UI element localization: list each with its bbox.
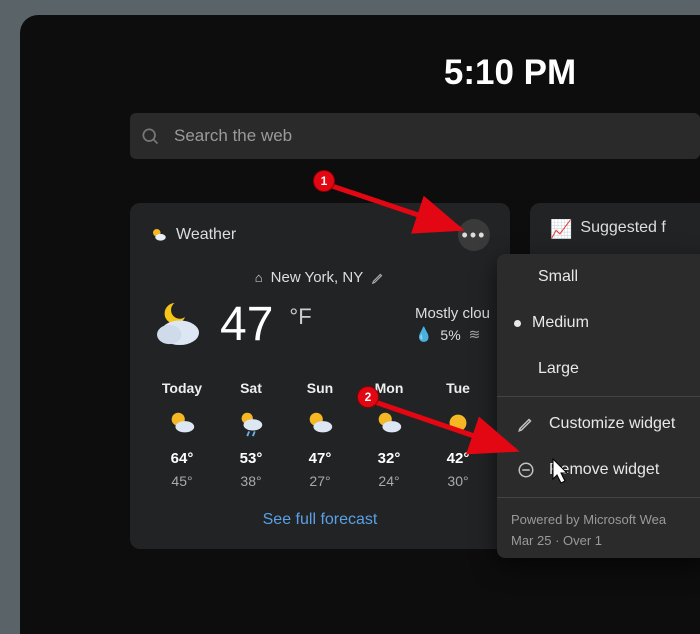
trend-up-icon: 📈 [550,219,572,240]
weather-widget: Weather ••• ⌂ New York, NY 47 [130,203,510,549]
widget-context-menu: Small Medium Large Customize widget Remo… [497,254,700,558]
precip-text: 5% [440,327,460,343]
suggested-title: Suggested f [580,219,665,237]
forecast-day[interactable]: Tue 42° 30° [426,380,490,489]
selected-bullet-icon [514,320,521,327]
condition-text: Mostly clou [415,305,490,322]
forecast-day[interactable]: Sat 53° 38° [219,380,283,489]
wind-icon: ≋ [469,326,481,343]
search-icon [140,126,160,146]
droplet-icon: 💧 [415,326,432,343]
temperature: 47 [220,297,273,352]
home-icon: ⌂ [255,270,263,285]
menu-remove-widget[interactable]: Remove widget [497,447,700,493]
temperature-unit: °F [289,304,311,330]
location-text: New York, NY [271,269,364,286]
clock: 5:10 PM [320,53,700,93]
menu-customize-widget[interactable]: Customize widget [497,401,700,447]
menu-size-medium[interactable]: Medium [497,300,700,346]
search-bar[interactable]: Search the web [130,113,700,159]
forecast-row: Today 64° 45° Sat 53° 38° Sun 47° 27° [150,380,490,489]
menu-separator [497,497,700,498]
menu-footer-powered: Powered by Microsoft Wea [497,502,700,531]
sun-cloud-icon [305,408,335,438]
edit-location-icon[interactable] [371,271,385,285]
mouse-cursor-icon [545,457,571,487]
forecast-day[interactable]: Today 64° 45° [150,380,214,489]
more-button[interactable]: ••• [458,219,490,251]
pencil-icon [517,415,535,433]
dots-icon: ••• [462,226,487,244]
current-weather-icon [150,296,206,352]
menu-footer-date: Mar 25 · Over 1 [497,531,700,558]
sun-icon [443,408,473,438]
annotation-badge-2: 2 [357,386,379,408]
sun-cloud-icon [167,408,197,438]
rain-cloud-icon [236,408,266,438]
menu-size-small[interactable]: Small [497,254,700,300]
menu-separator [497,396,700,397]
full-forecast-link[interactable]: See full forecast [150,511,490,529]
annotation-badge-1: 1 [313,170,335,192]
forecast-day[interactable]: Sun 47° 27° [288,380,352,489]
search-placeholder: Search the web [174,126,292,146]
remove-icon [517,461,535,479]
sun-cloud-icon [374,408,404,438]
weather-title: Weather [176,226,236,244]
weather-icon [150,226,168,244]
menu-size-large[interactable]: Large [497,346,700,392]
